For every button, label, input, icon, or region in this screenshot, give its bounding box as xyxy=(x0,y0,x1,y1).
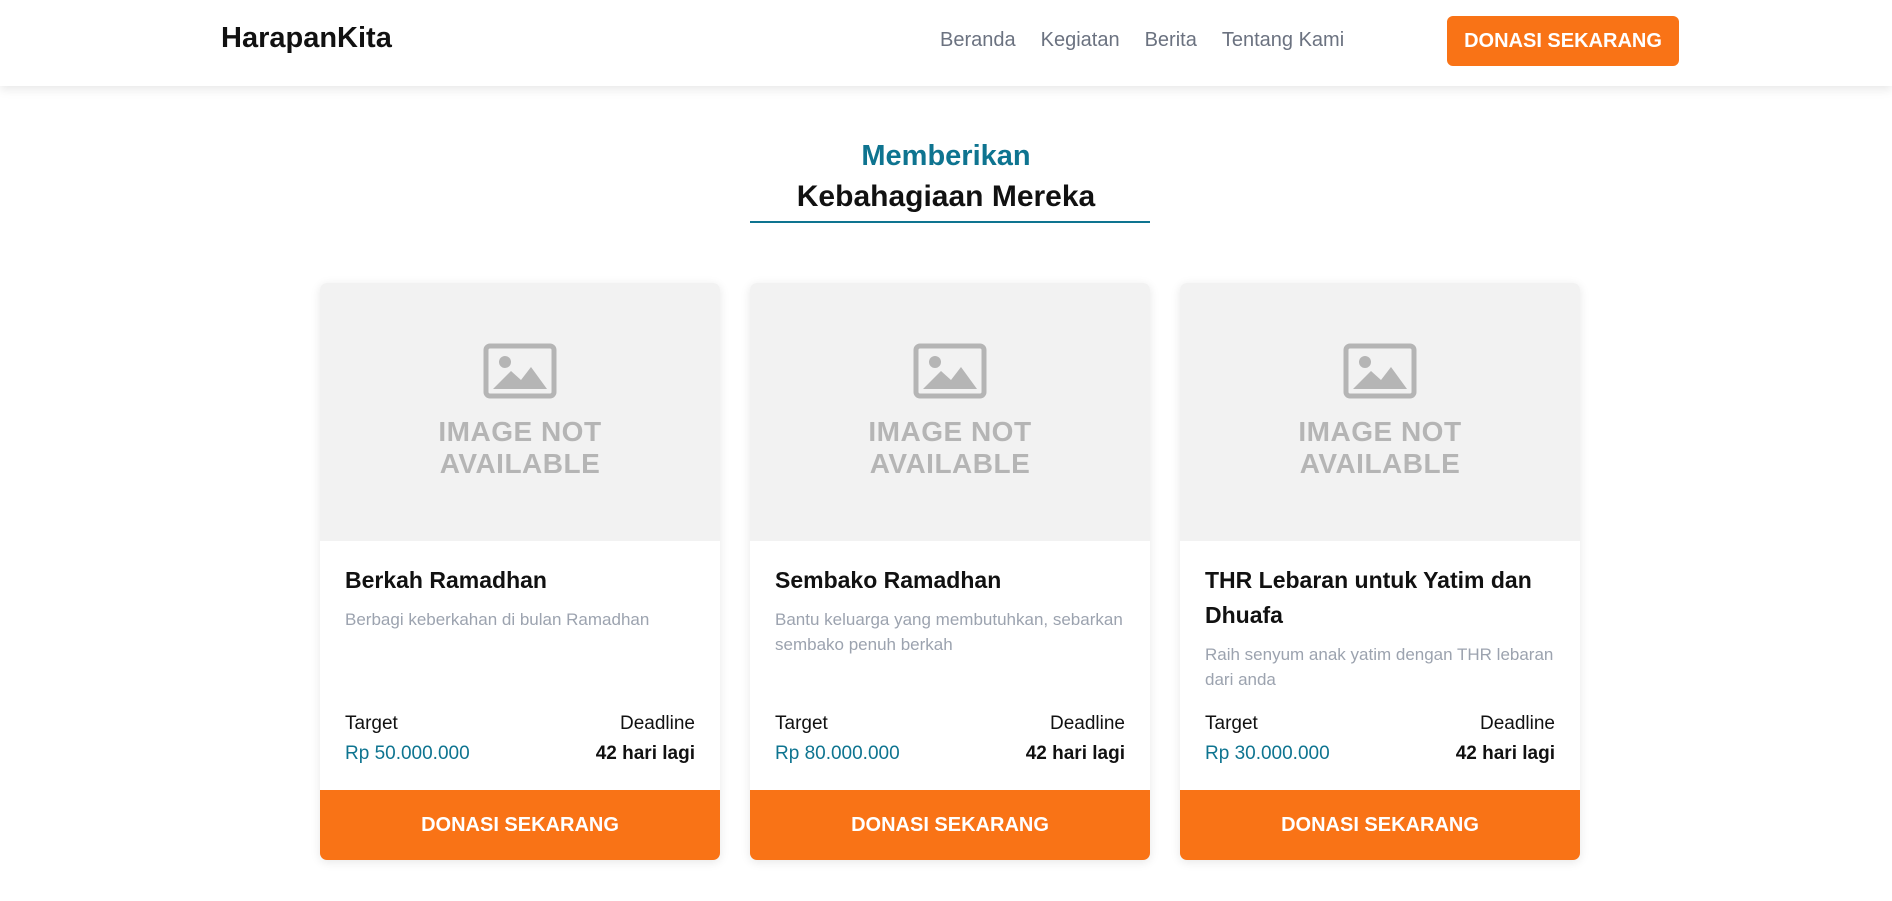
nav-donate-button[interactable]: DONASI SEKARANG xyxy=(1447,16,1679,66)
section-title: Kebahagiaan Mereka xyxy=(796,180,1096,213)
campaign-title: Berkah Ramadhan xyxy=(345,567,547,593)
nav-link-tentang-kami[interactable]: Tentang Kami xyxy=(1222,29,1344,52)
deadline-label: Deadline xyxy=(620,713,695,734)
placeholder-text-line1: IMAGE NOT xyxy=(868,416,1032,447)
nav-link-kegiatan[interactable]: Kegiatan xyxy=(1041,29,1120,52)
placeholder-text-line2: AVAILABLE xyxy=(869,448,1031,479)
campaign-image-placeholder: IMAGE NOT AVAILABLE xyxy=(1180,283,1580,541)
navbar: HarapanKita Beranda Kegiatan Berita Tent… xyxy=(0,0,1892,86)
section-accent-title: Memberikan xyxy=(861,140,1031,172)
nav-link-beranda[interactable]: Beranda xyxy=(940,29,1016,52)
target-label: Target xyxy=(775,713,828,734)
donate-button[interactable]: DONASI SEKARANG xyxy=(750,790,1150,860)
campaign-description: Berbagi keberkahan di bulan Ramadhan xyxy=(345,610,650,629)
image-icon xyxy=(483,343,557,399)
target-value: Rp 30.000.000 xyxy=(1205,743,1330,764)
campaign-card: IMAGE NOT AVAILABLE Berkah Ramadhan Berb… xyxy=(320,283,720,860)
image-icon xyxy=(913,343,987,399)
image-icon xyxy=(1343,343,1417,399)
campaign-card: IMAGE NOT AVAILABLE THR Lebaran untuk Ya… xyxy=(1180,283,1580,860)
deadline-value: 42 hari lagi xyxy=(1455,743,1555,764)
donate-button[interactable]: DONASI SEKARANG xyxy=(1180,790,1580,860)
deadline-label: Deadline xyxy=(1050,713,1125,734)
donate-button[interactable]: DONASI SEKARANG xyxy=(320,790,720,860)
campaign-card: IMAGE NOT AVAILABLE Sembako Ramadhan Ban… xyxy=(750,283,1150,860)
target-label: Target xyxy=(1205,713,1258,734)
placeholder-text-line2: AVAILABLE xyxy=(1299,448,1461,479)
nav-link-berita[interactable]: Berita xyxy=(1145,29,1197,52)
campaign-image-placeholder: IMAGE NOT AVAILABLE xyxy=(750,283,1150,541)
target-value: Rp 50.000.000 xyxy=(345,743,470,764)
section-title-underline xyxy=(750,221,1150,223)
placeholder-text-line1: IMAGE NOT xyxy=(1298,416,1462,447)
deadline-value: 42 hari lagi xyxy=(1025,743,1125,764)
deadline-label: Deadline xyxy=(1480,713,1555,734)
deadline-value: 42 hari lagi xyxy=(595,743,695,764)
placeholder-text-line1: IMAGE NOT xyxy=(438,416,602,447)
nav-links: Beranda Kegiatan Berita Tentang Kami xyxy=(940,29,1369,52)
target-label: Target xyxy=(345,713,398,734)
campaign-description: Bantu keluarga yang membutuhkan, sebarka… xyxy=(775,610,1123,654)
target-value: Rp 80.000.000 xyxy=(775,743,900,764)
campaign-image-placeholder: IMAGE NOT AVAILABLE xyxy=(320,283,720,541)
campaign-description: Raih senyum anak yatim dengan THR lebara… xyxy=(1205,645,1554,689)
campaign-title: Sembako Ramadhan xyxy=(775,567,1002,593)
campaign-title: THR Lebaran untuk Yatim dan Dhuafa xyxy=(1205,567,1532,628)
brand-logo[interactable]: HarapanKita xyxy=(221,22,392,55)
placeholder-text-line2: AVAILABLE xyxy=(439,448,601,479)
